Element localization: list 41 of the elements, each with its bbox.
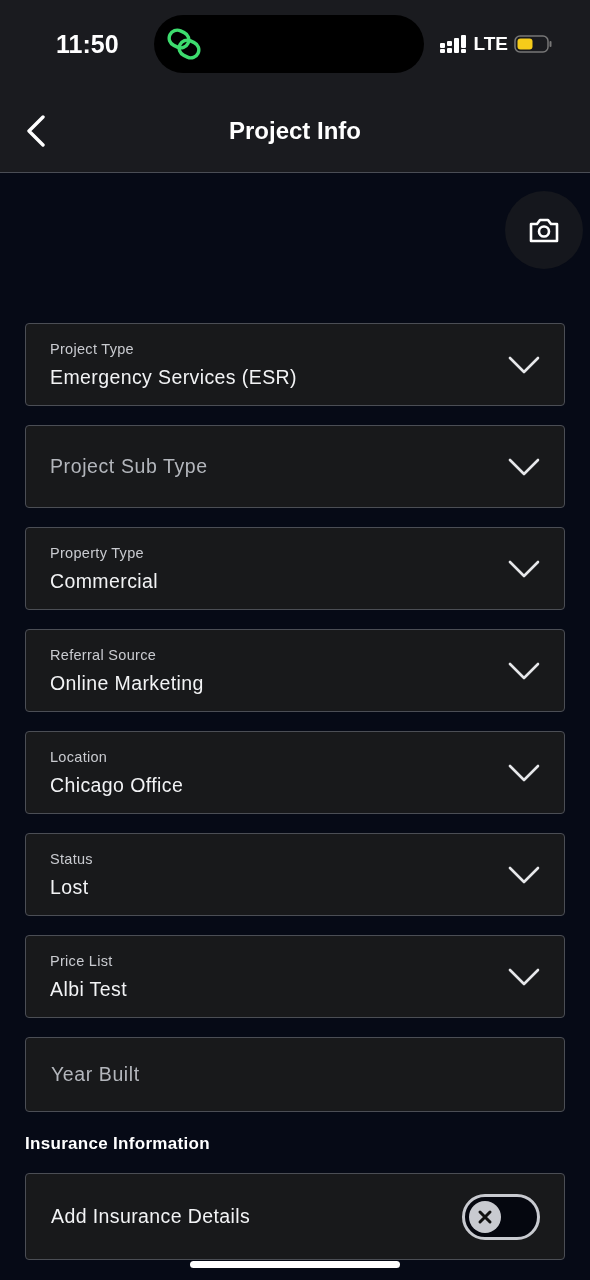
field-label: Referral Source [50,646,158,663]
field-value: Albi Test [50,977,128,1001]
camera-icon [528,216,560,244]
dropdown-field[interactable]: Location Chicago Office [25,731,565,814]
field-placeholder: Year Built [51,1063,140,1086]
network-label: LTE [473,33,508,55]
section-heading: Insurance Information [25,1134,211,1154]
dropdown-field[interactable]: Project Sub Type [25,425,565,508]
field-value: Chicago Office [50,773,185,797]
chevron-down-icon [508,865,540,884]
dropdown-field[interactable]: Property Type Commercial [25,527,565,610]
field-label: Price List [50,952,114,969]
chevron-down-icon [508,355,540,374]
chevron-down-icon [508,661,540,680]
chevron-down-icon [508,763,540,782]
dropdown-field[interactable]: Referral Source Online Marketing [25,629,565,712]
chevron-down-icon [508,967,540,986]
page-title: Project Info [229,116,361,144]
chevron-down-icon [508,457,540,476]
link-icon [166,28,202,60]
field-value: Online Marketing [50,671,205,695]
toggle-switch[interactable] [462,1193,540,1240]
back-button[interactable] [26,114,46,147]
input-field[interactable]: Year Built [25,1037,565,1112]
field-placeholder: Project Sub Type [50,455,209,478]
battery-icon [514,35,552,53]
status-time: 11:50 [56,29,120,59]
field-value: Commercial [50,569,159,593]
dropdown-field[interactable]: Price List Albi Test [25,935,565,1018]
field-value: Emergency Services (ESR) [50,365,298,389]
signal-icon [439,35,468,53]
field-value: Lost [50,875,90,899]
field-label: Status [50,850,94,867]
field-label: Location [50,748,109,765]
field-label: Property Type [50,544,145,561]
dropdown-field[interactable]: Status Lost [25,833,565,916]
field-label: Project Type [50,340,135,357]
dropdown-field[interactable]: Project Type Emergency Services (ESR) [25,323,565,406]
chevron-down-icon [508,559,540,578]
close-icon [477,1208,493,1225]
toggle-label: Add Insurance Details [51,1205,252,1228]
